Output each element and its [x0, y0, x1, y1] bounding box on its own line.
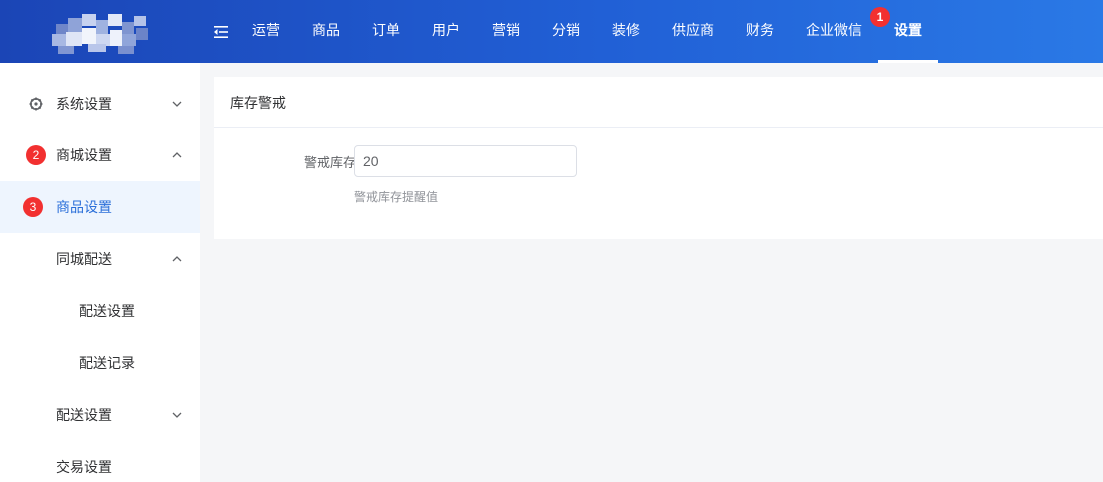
nav-item-operations[interactable]: 运营: [236, 0, 296, 63]
nav-item-marketing[interactable]: 营销: [476, 0, 536, 63]
step-badge: 3: [23, 197, 43, 217]
nav-label: 商品: [312, 23, 340, 39]
nav-label: 财务: [746, 23, 774, 39]
step-badge: 2: [26, 145, 46, 165]
nav-label: 供应商: [672, 23, 714, 39]
nav-item-suppliers[interactable]: 供应商: [656, 0, 730, 63]
nav-item-orders[interactable]: 订单: [356, 0, 416, 63]
step-badge: 1: [870, 7, 890, 27]
chevron-down-icon: [172, 101, 182, 107]
chevron-up-icon: [172, 152, 182, 158]
sidebar-item-delivery-settings[interactable]: 配送设置: [0, 285, 200, 337]
nav-item-users[interactable]: 用户: [416, 0, 476, 63]
top-header: 运营 商品 订单 用户 营销 分销 装修 供应商 财务 企业微信 1 设置: [0, 0, 1103, 63]
sidebar-item-label: 同城配送: [56, 252, 112, 268]
brand-logo[interactable]: [48, 12, 156, 58]
panel-title: 库存警戒: [230, 96, 286, 112]
sidebar-item-label: 系统设置: [56, 97, 112, 113]
sidebar-item-delivery-records[interactable]: 配送记录: [0, 337, 200, 389]
nav-item-settings[interactable]: 1 设置: [870, 0, 938, 63]
gear-icon: [29, 97, 43, 111]
sidebar-item-label: 配送记录: [79, 356, 135, 372]
nav-item-finance[interactable]: 财务: [730, 0, 790, 63]
sidebar-item-label: 配送设置: [56, 408, 112, 424]
sidebar-item-trade-settings[interactable]: 交易设置: [0, 441, 200, 482]
form-label: 警戒库存: [303, 156, 356, 171]
nav-label: 分销: [552, 23, 580, 39]
sidebar-item-system-settings[interactable]: 系统设置: [0, 78, 200, 130]
sidebar: 系统设置 2 商城设置 3 商品设置 同城配送 配送设置 配送记录 配送设置 交…: [0, 63, 200, 482]
form-hint: 警戒库存提醒值: [354, 190, 439, 204]
nav-label: 营销: [492, 23, 520, 39]
sidebar-item-shipping-settings[interactable]: 配送设置: [0, 389, 200, 441]
chevron-down-icon: [172, 412, 182, 418]
nav-item-products[interactable]: 商品: [296, 0, 356, 63]
sidebar-item-local-delivery[interactable]: 同城配送: [0, 233, 200, 285]
sidebar-item-label: 商品设置: [56, 200, 112, 216]
nav-label: 装修: [612, 23, 640, 39]
nav-label: 设置: [894, 23, 922, 39]
top-nav: 运营 商品 订单 用户 营销 分销 装修 供应商 财务 企业微信 1 设置: [236, 0, 938, 63]
nav-label: 企业微信: [806, 23, 862, 39]
nav-label: 订单: [372, 23, 400, 39]
sidebar-item-product-settings[interactable]: 3 商品设置: [0, 181, 200, 233]
nav-label: 运营: [252, 23, 280, 39]
alert-stock-input[interactable]: [354, 145, 577, 177]
sidebar-item-mall-settings[interactable]: 2 商城设置: [0, 129, 200, 181]
menu-collapse-icon[interactable]: [213, 24, 229, 40]
nav-item-decoration[interactable]: 装修: [596, 0, 656, 63]
nav-item-distribution[interactable]: 分销: [536, 0, 596, 63]
nav-item-wecom[interactable]: 企业微信: [790, 0, 878, 63]
stock-alert-panel: 库存警戒 警戒库存 警戒库存提醒值: [214, 77, 1103, 239]
sidebar-item-label: 商城设置: [56, 148, 112, 164]
nav-label: 用户: [432, 23, 460, 39]
chevron-up-icon: [172, 256, 182, 262]
divider: [214, 127, 1103, 128]
sidebar-item-label: 交易设置: [56, 460, 112, 476]
sidebar-item-label: 配送设置: [79, 304, 135, 320]
